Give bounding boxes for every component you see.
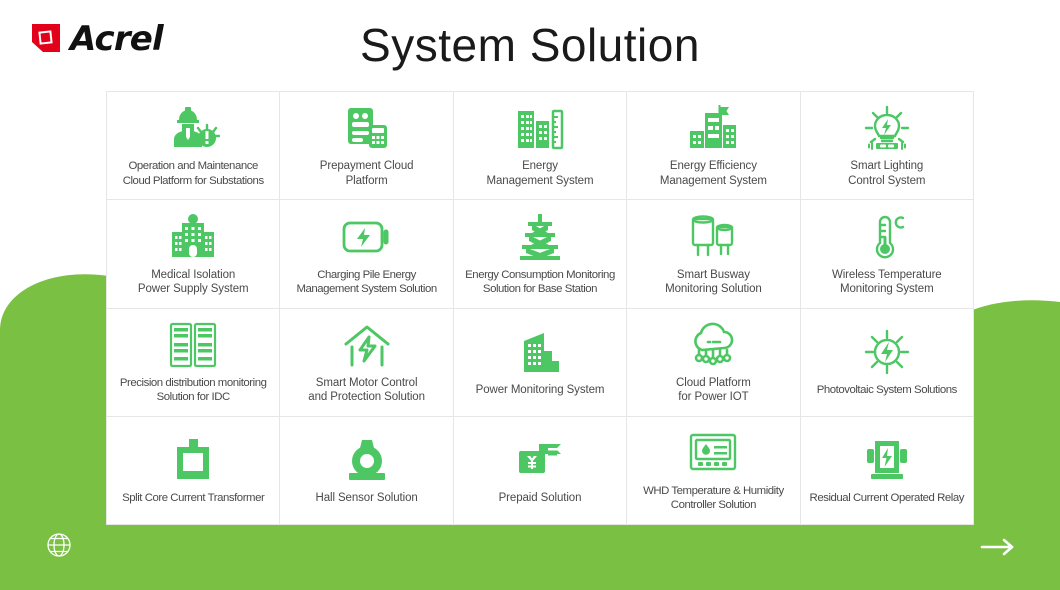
grid-cell-photovoltaic-system-solutions[interactable]: Photovoltaic System Solutions [800,308,974,417]
grid-cell-label: Charging Pile Energy Management System S… [296,268,437,295]
grid-cell-charging-pile-energy-management[interactable]: Charging Pile Energy Management System S… [280,200,454,309]
globe-icon[interactable] [44,530,74,560]
grid-cell-label: Smart Motor Control and Protection Solut… [308,376,425,404]
grid-cell-wireless-temperature-monitoring-system[interactable]: Wireless Temperature Monitoring System [800,200,974,309]
grid-cell-operation-maintenance-cloud-platform[interactable]: Operation and Maintenance Cloud Platform… [107,92,281,201]
hospital-icon [168,210,218,264]
grid-cell-smart-lighting-control-system[interactable]: Smart Lighting Control System [800,92,974,201]
grid-cell-prepaid-solution[interactable]: Prepaid Solution [453,416,628,525]
grid-cell-power-monitoring-system[interactable]: Power Monitoring System [453,308,628,417]
solutions-grid: Operation and Maintenance Cloud Platform… [106,91,974,525]
worker-hardhat-alert-icon [166,101,221,155]
server-rack-icon [168,318,218,372]
thermometer-celsius-icon [866,210,908,264]
battery-bolt-icon [341,210,393,264]
grid-cell-energy-efficiency-management-system[interactable]: Energy Efficiency Management System [627,92,801,201]
grid-cell-label: Operation and Maintenance Cloud Platform… [122,160,264,187]
grid-cell-label: Wireless Temperature Monitoring System [831,268,942,295]
grid-cell-label: WHD Temperature & Humidity Controller So… [643,485,784,512]
grid-cell-smart-busway-monitoring-solution[interactable]: Smart Busway Monitoring Solution [627,200,801,309]
grid-cell-residual-current-operated-relay[interactable]: Residual Current Operated Relay [800,416,974,525]
split-core-ct-icon [171,433,215,487]
grid-cell-label: Energy Management System [486,160,594,187]
grid-cell-label: Photovoltaic System Solutions [816,384,958,396]
grid-cell-split-core-current-transformer[interactable]: Split Core Current Transformer [107,416,281,525]
grid-cell-label: Split Core Current Transformer [122,492,265,505]
grid-cell-cloud-platform-power-iot[interactable]: Cloud Platform for Power IOT [627,308,801,417]
meter-calculator-icon [344,101,390,155]
yen-card-icon [515,433,565,487]
page-title: System Solution [360,19,700,71]
hall-sensor-icon [344,433,390,487]
grid-cell-precision-distribution-monitoring-idc[interactable]: Precision distribution monitoring Soluti… [107,308,281,417]
arrow-right-icon[interactable] [978,535,1018,559]
relay-bolt-icon [863,433,911,487]
grid-cell-label: Prepayment Cloud Platform [319,160,414,187]
grid-cell-smart-motor-control-protection[interactable]: Smart Motor Control and Protection Solut… [280,308,454,417]
grid-cell-label: Medical Isolation Power Supply System [137,268,249,295]
busway-capacitor-icon [688,210,738,264]
bulb-bolt-icon [861,101,913,155]
city-flag-icon [686,101,740,155]
buildings-ruler-icon [515,101,565,155]
grid-cell-hall-sensor-solution[interactable]: Hall Sensor Solution [280,416,454,525]
slide-root: Acrel System Solution Operation and Main… [0,0,1060,590]
grid-cell-label: Smart Lighting Control System [848,160,926,187]
grid-cell-label: Energy Efficiency Management System [659,160,767,187]
grid-cell-medical-isolation-power-supply-system[interactable]: Medical Isolation Power Supply System [107,200,281,309]
grid-cell-label: Cloud Platform for Power IOT [676,376,751,404]
house-bolt-icon [341,318,393,372]
cloud-iot-icon [686,318,740,372]
humidity-controller-icon [686,426,740,480]
sun-bolt-icon [862,325,912,379]
grid-cell-label: Hall Sensor Solution [315,492,418,505]
building-solid-icon [514,325,566,379]
grid-cell-label: Precision distribution monitoring Soluti… [119,376,267,404]
grid-cell-prepayment-cloud-platform[interactable]: Prepayment Cloud Platform [280,92,454,201]
grid-cell-label: Residual Current Operated Relay [809,492,965,505]
grid-cell-energy-consumption-base-station[interactable]: Energy Consumption Monitoring Solution f… [453,200,628,309]
grid-cell-whd-temperature-humidity-controller[interactable]: WHD Temperature & Humidity Controller So… [627,416,801,525]
grid-cell-label: Power Monitoring System [475,383,605,396]
grid-cell-label: Prepaid Solution [498,492,582,505]
grid-cell-label: Energy Consumption Monitoring Solution f… [465,268,615,295]
grid-cell-label: Smart Busway Monitoring Solution [665,268,762,295]
grid-cell-energy-management-system[interactable]: Energy Management System [453,92,628,201]
telecom-tower-icon [518,210,562,264]
